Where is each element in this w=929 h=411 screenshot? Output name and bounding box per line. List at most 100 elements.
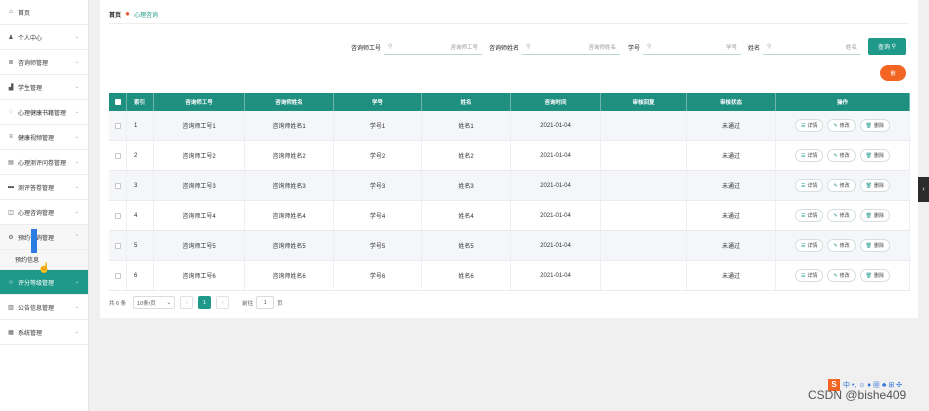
sidebar-item-items-5[interactable]: ≡ 健康视频管理 ⌄ [0, 125, 88, 150]
delete-icon: 🗑 [865, 152, 873, 159]
table-cell: 姓名6 [422, 261, 511, 290]
breadcrumb-home[interactable]: 首页 [109, 10, 121, 19]
next-page-button[interactable]: › [216, 296, 230, 309]
detail-button[interactable]: ☰ 详情 [794, 209, 824, 222]
sidebar-item-label: 心理健康书籍管理 [18, 110, 67, 117]
row-checkbox[interactable] [114, 182, 121, 189]
row-checkbox[interactable] [114, 122, 121, 129]
table-cell: 未通过 [687, 261, 776, 290]
table-cell: 未通过 [687, 201, 776, 230]
msg-icon: ◫ [8, 209, 14, 216]
prev-page-button[interactable]: ‹ [180, 296, 194, 309]
row-checkbox[interactable] [114, 242, 121, 249]
row-checkbox[interactable] [114, 152, 121, 159]
column-header: 咨询时间 [511, 93, 601, 111]
delete-button[interactable]: 🗑 删除 [859, 209, 891, 222]
edit-button[interactable]: ✎ 修改 [827, 119, 856, 132]
breadcrumb-separator-icon: ✸ [125, 12, 131, 18]
detail-button[interactable]: ☰ 详情 [794, 239, 824, 252]
search-icon: ⚲ [526, 44, 531, 50]
edit-button[interactable]: ✎ 修改 [827, 179, 856, 192]
table-icon: ▬ [8, 184, 14, 190]
action-label: 删除 [874, 183, 885, 189]
delete-icon: 🗑 [865, 122, 873, 129]
detail-icon: ☰ [800, 182, 806, 189]
table-cell: 咨询师工号3 [154, 171, 245, 200]
row-checkbox[interactable] [114, 212, 121, 219]
page-number-current[interactable]: 1 [198, 296, 212, 309]
sidebar-item-items-3[interactable]: ▟ 学生管理 ⌄ [0, 75, 88, 100]
action-label: 修改 [839, 123, 850, 129]
column-header: 索引 [127, 93, 154, 111]
breadcrumb-divider [109, 23, 909, 24]
sidebar-item-items-9[interactable]: ⚙预约咨询管理⌃ [0, 225, 88, 250]
select-all-header[interactable] [109, 93, 127, 111]
page-size-select[interactable]: 10条/页 ⌄ [133, 296, 176, 309]
edit-icon: ✎ [833, 272, 838, 279]
edit-button[interactable]: ✎ 修改 [827, 269, 856, 282]
delete-button[interactable]: 🗑 删除 [859, 239, 891, 252]
table-cell: 姓名5 [422, 231, 511, 260]
column-header: 学号 [334, 93, 422, 111]
table-cell: 未通过 [687, 111, 776, 140]
counselor-name-input[interactable]: ⚲ 咨询师姓名 [522, 39, 621, 55]
table-cell: 未通过 [687, 141, 776, 170]
table-row: 2 咨询师工号2 咨询师姓名2 学号2 姓名2 2021-01-04 未通过 ☰ 详情 ✎ 修改 🗑 删… [109, 141, 910, 171]
edit-button[interactable]: ✎ 修改 [827, 149, 856, 162]
detail-button[interactable]: ☰ 详情 [794, 269, 824, 282]
select-all-checkbox[interactable] [114, 99, 121, 105]
detail-button[interactable]: ☰ 详情 [794, 179, 824, 192]
table-cell: 咨询师工号6 [154, 261, 245, 290]
sidebar-item-items-7[interactable]: ▬ 测评答卷管理 ⌄ [0, 175, 88, 200]
table-cell: 4 [127, 201, 154, 230]
sidebar-item-items-4[interactable]: ◌ 心理健康书籍管理 ⌄ [0, 100, 88, 125]
name-input[interactable]: ⚲ 姓名 [763, 39, 862, 55]
table-cell: 咨询师姓名3 [245, 171, 334, 200]
table-cell: 2 [127, 141, 154, 170]
batch-delete-button[interactable]: 删 [880, 65, 906, 81]
chevron-down-icon: ⌄ [74, 59, 79, 65]
student-id-input[interactable]: ⚲ 学号 [643, 39, 742, 55]
table-cell [601, 231, 687, 260]
row-actions: ☰ 详情 ✎ 修改 🗑 删除 [776, 231, 910, 260]
delete-button[interactable]: 🗑 删除 [859, 119, 891, 132]
edit-button[interactable]: ✎ 修改 [827, 239, 856, 252]
row-actions: ☰ 详情 ✎ 修改 🗑 删除 [776, 171, 910, 200]
notice-icon: ▥ [8, 304, 14, 311]
data-table: 索引 咨询师工号 咨询师姓名 学号 姓名 咨询时间 审核回复 审核状态 操作 1 咨询师工号1 咨询… [109, 93, 910, 291]
menu-icon: ≡ [9, 134, 13, 140]
goto-label: 前往 [242, 300, 254, 307]
delete-button[interactable]: 🗑 删除 [859, 179, 891, 192]
table-cell: 学号5 [334, 231, 422, 260]
delete-button[interactable]: 🗑 删除 [859, 149, 891, 162]
counselor-id-input[interactable]: ⚲ 咨询师工号 [384, 39, 483, 55]
sidebar-item-after_items-2[interactable]: ▦ 系统管理 ⌄ [0, 320, 88, 345]
sidebar-item-items-6[interactable]: ▤ 心理测评问卷管理 ⌄ [0, 150, 88, 175]
detail-button[interactable]: ☰ 详情 [794, 149, 824, 162]
detail-button[interactable]: ☰ 详情 [794, 119, 824, 132]
query-button[interactable]: 查询 ⚲ [868, 38, 906, 55]
sidebar-item-items-0[interactable]: ⌂ 首页 [0, 0, 88, 25]
table-cell: 5 [127, 231, 154, 260]
sidebar-item-after_items-1[interactable]: ▥ 公告信息管理 ⌄ [0, 295, 88, 320]
edit-button[interactable]: ✎ 修改 [827, 209, 856, 222]
row-actions: ☰ 详情 ✎ 修改 🗑 删除 [776, 261, 910, 290]
action-label: 详情 [807, 243, 818, 249]
action-label: 详情 [807, 123, 818, 129]
table-cell: 姓名3 [422, 171, 511, 200]
collapse-panel-button[interactable]: ‹ [918, 177, 929, 202]
sidebar-item-items-8[interactable]: ◫ 心理咨询管理 ⌄ [0, 200, 88, 225]
table-row: 4 咨询师工号4 咨询师姓名4 学号4 姓名4 2021-01-04 未通过 ☰ 详情 ✎ 修改 🗑 删… [109, 201, 910, 231]
delete-button[interactable]: 🗑 删除 [859, 269, 891, 282]
home-icon: ⌂ [9, 9, 13, 15]
row-select-cell [109, 261, 127, 290]
goto-page-input[interactable]: 1 [256, 296, 275, 309]
row-actions: ☰ 详情 ✎ 修改 🗑 删除 [776, 111, 910, 140]
chevron-down-icon: ⌄ [74, 134, 79, 140]
sidebar-item-items-2[interactable]: ≣ 咨询师管理 ⌄ [0, 50, 88, 75]
row-checkbox[interactable] [114, 272, 121, 279]
sidebar-item-items-1[interactable]: ♟ 个人中心 ⌄ [0, 25, 88, 50]
system-icon: ▦ [8, 329, 14, 336]
table-cell: 姓名2 [422, 141, 511, 170]
table-cell: 2021-01-04 [511, 231, 601, 260]
